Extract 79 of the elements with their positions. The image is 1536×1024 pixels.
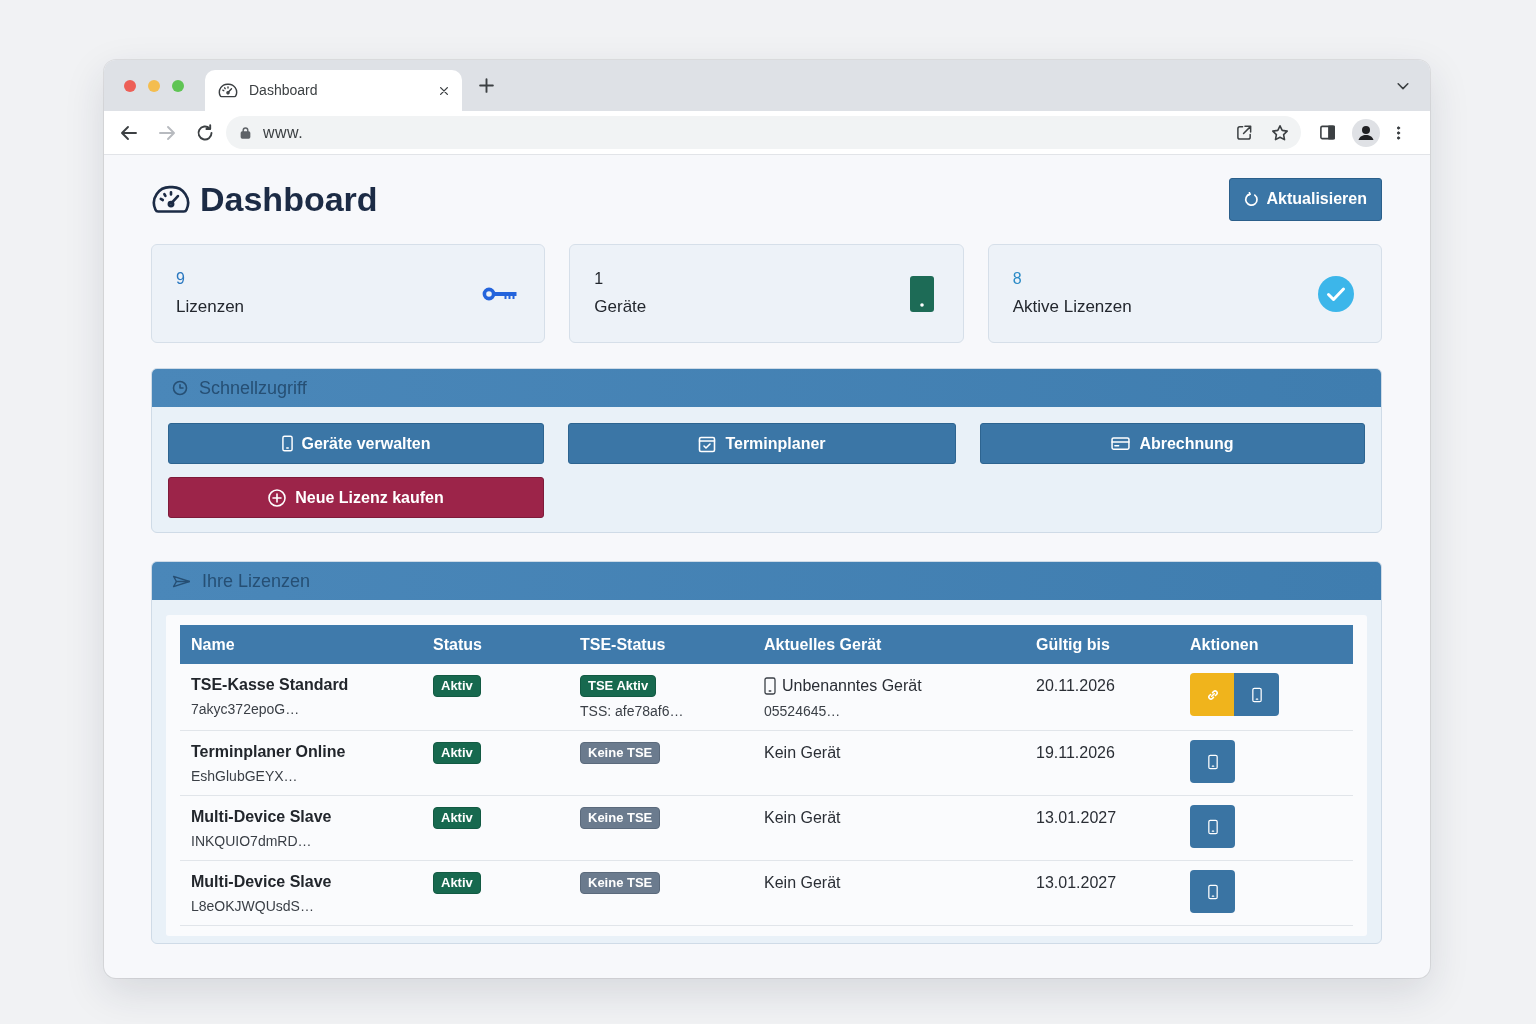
stat-value: 1 xyxy=(594,269,605,289)
close-icon[interactable] xyxy=(438,84,450,97)
stat-label: Lizenzen xyxy=(176,297,245,318)
browser-tab[interactable]: Dashboard xyxy=(205,70,462,111)
profile-avatar-icon[interactable] xyxy=(1352,118,1380,147)
bookmark-star-icon[interactable] xyxy=(1271,123,1289,142)
column-header: Status xyxy=(422,625,569,664)
status-badge: Aktiv xyxy=(433,807,481,829)
device-name: Kein Gerät xyxy=(764,744,841,761)
tse-badge: TSE Aktiv xyxy=(580,675,657,697)
device-name: Kein Gerät xyxy=(764,809,841,826)
reload-icon[interactable] xyxy=(196,123,214,142)
back-icon[interactable] xyxy=(120,123,138,142)
tse-serial: TSS: afe78af6… xyxy=(580,703,685,720)
status-badge: Aktiv xyxy=(433,872,481,894)
stat-value: 8 xyxy=(1012,269,1023,289)
scheduler-button[interactable]: Terminplaner xyxy=(568,423,956,464)
license-name: Multi-Device Slave xyxy=(191,807,333,827)
license-name: Multi-Device Slave xyxy=(191,872,333,892)
license-key: EshGlubGEYX… xyxy=(191,768,411,785)
valid-until-date: 19.11.2026 xyxy=(1036,744,1115,761)
license-key: 7akyc372epoG… xyxy=(191,701,411,718)
panel-title: Ihre Lizenzen xyxy=(202,569,311,593)
billing-button[interactable]: Abrechnung xyxy=(980,423,1365,464)
lock-icon xyxy=(240,126,251,139)
paper-plane-icon xyxy=(172,574,191,588)
smartphone-icon xyxy=(1207,883,1218,900)
device-button[interactable] xyxy=(1190,740,1235,783)
valid-until-date: 20.11.2026 xyxy=(1036,677,1115,694)
stat-label: Aktive Lizenzen xyxy=(1012,297,1132,318)
new-tab-icon[interactable] xyxy=(478,77,495,94)
more-menu-icon[interactable] xyxy=(1396,124,1401,141)
device-name: Unbenanntes Gerät xyxy=(782,676,922,696)
tse-badge: Keine TSE xyxy=(580,872,661,894)
column-header: TSE-Status xyxy=(569,625,753,664)
refresh-icon xyxy=(1243,191,1259,207)
license-key: L8eOKJWQUsdS… xyxy=(191,898,411,915)
plus-circle-icon xyxy=(268,488,287,507)
smartphone-icon xyxy=(764,677,776,695)
device-name: Kein Gerät xyxy=(764,874,841,891)
devices-button[interactable]: Geräte verwalten xyxy=(168,423,544,464)
clock-icon xyxy=(172,380,188,396)
side-panel-icon[interactable] xyxy=(1319,124,1336,141)
column-header: Aktionen xyxy=(1179,625,1353,664)
device-serial: 05524645… xyxy=(764,703,842,720)
panel-title: Schnellzugriff xyxy=(199,376,307,400)
valid-until-date: 13.01.2027 xyxy=(1036,874,1117,891)
tse-badge: Keine TSE xyxy=(580,807,661,829)
column-header: Aktuelles Gerät xyxy=(753,625,1025,664)
column-header: Name xyxy=(180,625,422,664)
valid-until-date: 13.01.2027 xyxy=(1036,809,1117,826)
column-header: Gültig bis xyxy=(1025,625,1179,664)
status-badge: Aktiv xyxy=(433,742,481,764)
device-button[interactable] xyxy=(1190,870,1235,913)
share-icon[interactable] xyxy=(1236,124,1253,141)
smartphone-icon xyxy=(1207,818,1218,835)
window-close-icon[interactable] xyxy=(124,79,136,92)
gauge-icon xyxy=(218,82,238,99)
credit-card-icon xyxy=(1111,436,1131,451)
tse-badge: Keine TSE xyxy=(580,742,661,764)
buy-license-button[interactable]: Neue Lizenz kaufen xyxy=(168,477,544,518)
smartphone-icon xyxy=(281,435,293,452)
calendar-check-icon xyxy=(698,434,717,453)
address-bar[interactable]: www. xyxy=(226,116,1301,149)
device-button[interactable] xyxy=(1234,673,1279,716)
url-text: www. xyxy=(263,122,305,143)
link-icon xyxy=(1206,688,1219,701)
status-badge: Aktiv xyxy=(433,675,481,697)
stat-value: 9 xyxy=(176,269,186,289)
license-name: Terminplaner Online xyxy=(191,742,347,762)
device-button[interactable] xyxy=(1190,805,1235,848)
refresh-button[interactable]: Aktualisieren xyxy=(1228,177,1382,221)
smartphone-icon xyxy=(1207,753,1218,770)
license-name: TSE-Kasse Standard xyxy=(191,675,350,695)
license-key: INKQUIO7dmRD… xyxy=(191,833,411,850)
stat-label: Geräte xyxy=(594,297,647,318)
smartphone-icon xyxy=(1251,686,1262,703)
link-button[interactable] xyxy=(1190,673,1235,716)
page-title: Dashboard xyxy=(200,182,378,216)
